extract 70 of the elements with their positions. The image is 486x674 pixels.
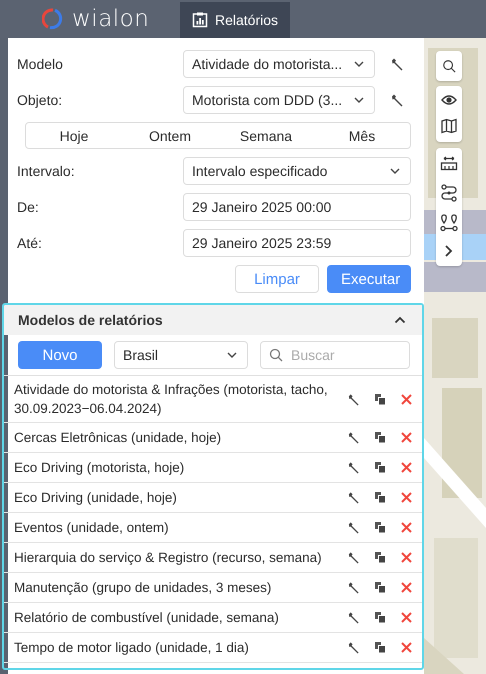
- copy-icon[interactable]: [375, 582, 386, 593]
- route-icon[interactable]: [441, 184, 457, 202]
- template-name: Relatório de combustível (unidade, semana): [14, 609, 279, 627]
- field-label: Modelo: [17, 56, 64, 72]
- copy-icon[interactable]: [375, 642, 386, 653]
- template-row[interactable]: Atividade do motorista & Infrações (motorista, tacho, 30.09.2023−06.04.2024): [4, 376, 422, 423]
- map-icon[interactable]: [441, 118, 457, 134]
- period-tab[interactable]: Mês: [314, 123, 410, 148]
- logo-icon: [42, 8, 64, 30]
- template-row[interactable]: Eco Driving (unidade, hoje): [4, 483, 422, 513]
- delete-icon[interactable]: [401, 394, 412, 404]
- copy-icon[interactable]: [375, 394, 386, 404]
- date-to-field[interactable]: 29 Janeiro 2025 23:59: [183, 229, 411, 257]
- template-name: Cercas Eletrônicas (unidade, hoje): [14, 429, 222, 447]
- copy-icon[interactable]: [375, 432, 386, 443]
- chevron-right-icon[interactable]: [444, 244, 454, 258]
- chevron-up-icon[interactable]: [394, 316, 406, 324]
- template-name: Eco Driving (motorista, hoje): [14, 459, 184, 477]
- template-row[interactable]: Manutenção (grupo de unidades, 3 meses): [4, 573, 422, 603]
- template-name: Tempo de motor ligado (unidade, 1 dia): [14, 639, 249, 657]
- search-icon[interactable]: [441, 59, 457, 73]
- report-chart-icon: [192, 12, 208, 28]
- template-name: Atividade do motorista & Infrações (motorista, tacho, 30.09.2023−06.04.2024): [14, 381, 329, 418]
- date-from-field[interactable]: 29 Janeiro 2025 00:00: [183, 193, 411, 221]
- copy-icon[interactable]: [375, 462, 386, 473]
- delete-icon[interactable]: [401, 552, 412, 563]
- period-tab[interactable]: Hoje: [26, 123, 122, 148]
- chevron-down-icon: [227, 352, 237, 358]
- chevron-down-icon: [354, 97, 364, 103]
- region-dropdown[interactable]: Brasil: [114, 341, 248, 369]
- copy-icon[interactable]: [375, 552, 386, 563]
- delete-icon[interactable]: [401, 522, 412, 533]
- template-row[interactable]: Cercas Eletrônicas (unidade, hoje): [4, 423, 422, 453]
- template-name: Eventos (unidade, ontem): [14, 519, 169, 537]
- template-row[interactable]: Relatório de combustível (unidade, semana): [4, 603, 422, 633]
- section-title: Modelos de relatórios: [18, 312, 163, 328]
- field-label: De:: [17, 199, 40, 215]
- ruler-icon[interactable]: [440, 156, 458, 172]
- period-tab[interactable]: Ontem: [122, 123, 218, 148]
- template-row[interactable]: Eco Driving (motorista, hoje): [4, 453, 422, 483]
- delete-icon[interactable]: [401, 492, 412, 503]
- period-tab[interactable]: Semana: [218, 123, 314, 148]
- delete-icon[interactable]: [401, 612, 412, 623]
- template-name: Eco Driving (unidade, hoje): [14, 489, 177, 507]
- delete-icon[interactable]: [401, 432, 412, 443]
- field-label: Até:: [17, 235, 43, 251]
- eye-icon[interactable]: [441, 94, 457, 106]
- search-field[interactable]: Buscar: [260, 341, 410, 369]
- template-row[interactable]: Hierarquia do serviço & Registro (recurso, semana): [4, 543, 422, 573]
- field-label: Intervalo:: [17, 163, 76, 179]
- copy-icon[interactable]: [375, 492, 386, 503]
- delete-icon[interactable]: [401, 642, 412, 653]
- pins-icon[interactable]: [440, 214, 458, 232]
- copy-icon[interactable]: [375, 522, 386, 533]
- delete-icon[interactable]: [401, 462, 412, 473]
- chevron-down-icon: [354, 61, 364, 67]
- object-dropdown[interactable]: Motorista com DDD (3...: [183, 86, 375, 114]
- template-name: Hierarquia do serviço & Registro (recurso, semana): [14, 549, 322, 567]
- field-label: Objeto:: [17, 92, 64, 108]
- template-row[interactable]: Eventos (unidade, ontem): [4, 513, 422, 543]
- copy-icon[interactable]: [375, 612, 386, 623]
- logo-text: wialon: [72, 6, 150, 32]
- reports-tab[interactable]: Relatórios: [180, 2, 290, 38]
- search-icon: [269, 348, 283, 362]
- template-dropdown[interactable]: Atividade do motorista...: [183, 50, 375, 78]
- chevron-down-icon: [390, 168, 400, 174]
- template-name: Manutenção (grupo de unidades, 3 meses): [14, 579, 272, 597]
- interval-dropdown[interactable]: Intervalo especificado: [183, 157, 411, 185]
- template-row[interactable]: Tempo de motor ligado (unidade, 1 dia): [4, 633, 422, 663]
- delete-icon[interactable]: [401, 582, 412, 593]
